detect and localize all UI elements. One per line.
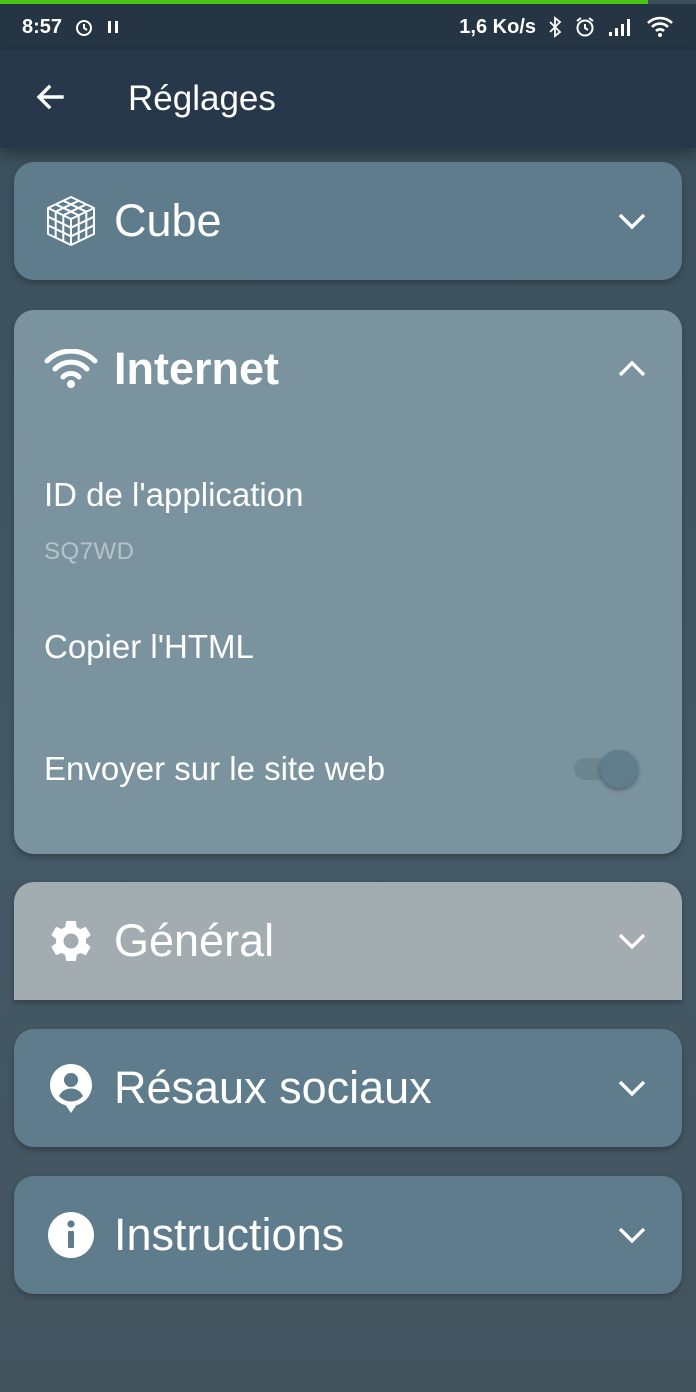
section-instructions[interactable]: Instructions [14,1176,682,1294]
alarm-icon [574,16,596,38]
signal-icon [608,17,634,37]
app-id-label: ID de l'application [44,476,304,513]
gear-icon [44,914,98,968]
section-social-header[interactable]: Résaux sociaux [14,1029,682,1147]
page-title: Réglages [128,79,276,118]
section-cube-header[interactable]: Cube [14,162,682,280]
chevron-down-icon [612,1068,652,1108]
section-internet-header[interactable]: Internet [14,310,682,428]
send-website-toggle[interactable] [574,748,638,788]
status-time: 8:57 [22,15,63,38]
app-id-value: SQ7WD [44,538,135,565]
section-cube[interactable]: Cube [14,162,682,280]
section-cube-title: Cube [114,195,222,246]
chevron-up-icon [612,349,652,389]
section-instructions-header[interactable]: Instructions [14,1176,682,1294]
info-icon [44,1208,98,1262]
cube-grid-icon [44,194,98,248]
section-instructions-title: Instructions [114,1209,345,1260]
section-social-title: Résaux sociaux [114,1062,432,1113]
section-internet: Internet ID de l'application SQ7WD Copie… [14,310,682,854]
alarm-icon [74,17,94,37]
copy-html-label: Copier l'HTML [44,628,254,665]
section-social[interactable]: Résaux sociaux [14,1029,682,1147]
chevron-down-icon [612,201,652,241]
chevron-down-icon [612,1215,652,1255]
copy-html-row[interactable]: Copier l'HTML [44,628,254,666]
section-internet-title: Internet [114,343,280,394]
network-speed: 1,6 Ko/s [459,15,536,38]
chevron-down-icon [612,921,652,961]
pause-icon [106,19,120,35]
section-general[interactable]: Général [14,882,682,1000]
section-general-title: Général [114,915,275,966]
account-pin-icon [44,1061,98,1115]
app-bar: Réglages [0,50,696,148]
wifi-icon [44,342,98,396]
bluetooth-icon [548,16,562,38]
back-button[interactable] [20,69,80,129]
arrow-left-icon [34,81,66,118]
section-general-header[interactable]: Général [14,882,682,1000]
send-website-label: Envoyer sur le site web [44,750,386,787]
wifi-status-icon [646,16,674,38]
status-bar: 8:57 1,6 Ko/s [0,4,696,50]
toggle-thumb [600,750,638,788]
app-id-row[interactable]: ID de l'application [44,476,303,514]
